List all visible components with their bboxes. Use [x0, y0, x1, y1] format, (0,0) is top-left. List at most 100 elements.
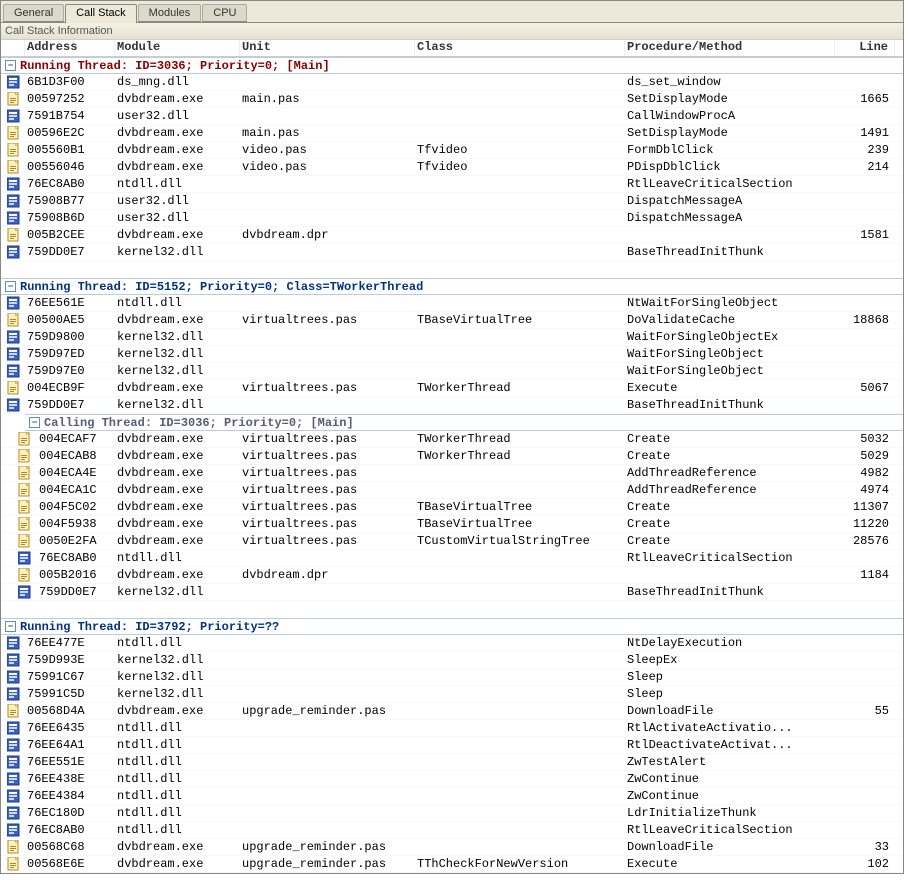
- stack-row[interactable]: 005560B1dvbdream.exevideo.pasTfvideoForm…: [1, 142, 903, 159]
- header-procedure[interactable]: Procedure/Method: [625, 40, 835, 56]
- cell-unit: main.pas: [240, 92, 415, 106]
- tab-general[interactable]: General: [3, 4, 64, 22]
- row-type-icon: [1, 568, 37, 582]
- header-module[interactable]: Module: [115, 40, 240, 56]
- thread-group-header[interactable]: −Running Thread: ID=5152; Priority=0; Cl…: [1, 278, 903, 295]
- cell-procedure: FormDblClick: [625, 143, 835, 157]
- cell-module: kernel32.dll: [115, 245, 240, 259]
- cell-line: 1665: [835, 92, 895, 106]
- stack-row[interactable]: 75908B77user32.dllDispatchMessageA: [1, 193, 903, 210]
- stack-row[interactable]: 005B2CEEdvbdream.exedvbdream.dpr1581: [1, 227, 903, 244]
- cell-line: 239: [835, 143, 895, 157]
- nested-thread-header[interactable]: −Calling Thread: ID=3036; Priority=0; [M…: [25, 414, 903, 431]
- thread-group-header[interactable]: −Running Thread: ID=3792; Priority=??: [1, 618, 903, 635]
- stack-row[interactable]: 004ECAF7dvbdream.exevirtualtrees.pasTWor…: [1, 431, 903, 448]
- header-class[interactable]: Class: [415, 40, 625, 56]
- cell-address: 76EE551E: [25, 755, 115, 769]
- cell-address: 759D97E0: [25, 364, 115, 378]
- row-type-icon: [1, 211, 25, 225]
- stack-row[interactable]: 00556046dvbdream.exevideo.pasTfvideoPDis…: [1, 159, 903, 176]
- cell-address: 005560B1: [25, 143, 115, 157]
- stack-row[interactable]: 004F5938dvbdream.exevirtualtrees.pasTBas…: [1, 516, 903, 533]
- stack-row[interactable]: 76EC8AB0ntdll.dllRtlLeaveCriticalSection: [1, 550, 903, 567]
- stack-row[interactable]: 759D97E0kernel32.dllWaitForSingleObject: [1, 363, 903, 380]
- stack-row[interactable]: 00596E2Cdvbdream.exemain.pasSetDisplayMo…: [1, 125, 903, 142]
- cell-module: dvbdream.exe: [115, 840, 240, 854]
- cell-module: dvbdream.exe: [115, 500, 240, 514]
- cell-procedure: Execute: [625, 381, 835, 395]
- cell-unit: virtualtrees.pas: [240, 517, 415, 531]
- tab-modules[interactable]: Modules: [138, 4, 202, 22]
- stack-row[interactable]: 004F5C02dvbdream.exevirtualtrees.pasTBas…: [1, 499, 903, 516]
- cell-class: TBaseVirtualTree: [415, 517, 625, 531]
- stack-row[interactable]: 004ECB9Fdvbdream.exevirtualtrees.pasTWor…: [1, 380, 903, 397]
- stack-row[interactable]: 76EE64A1ntdll.dllRtlDeactivateActivat...: [1, 737, 903, 754]
- thread-group-header[interactable]: −Running Thread: ID=3036; Priority=0; [M…: [1, 57, 903, 74]
- cell-procedure: ZwContinue: [625, 772, 835, 786]
- stack-row[interactable]: 0050E2FAdvbdream.exevirtualtrees.pasTCus…: [1, 533, 903, 550]
- cell-address: 00568D4A: [25, 704, 115, 718]
- cell-procedure: RtlLeaveCriticalSection: [625, 177, 835, 191]
- stack-row[interactable]: 76EE4384ntdll.dllZwContinue: [1, 788, 903, 805]
- collapse-toggle-icon[interactable]: −: [5, 281, 16, 292]
- stack-row[interactable]: 004ECA1Cdvbdream.exevirtualtrees.pasAddT…: [1, 482, 903, 499]
- cell-line: 5029: [835, 449, 895, 463]
- cell-line: 102: [835, 857, 895, 871]
- stack-row[interactable]: 76EE551Entdll.dllZwTestAlert: [1, 754, 903, 771]
- cell-module: dvbdream.exe: [115, 432, 240, 446]
- stack-row[interactable]: 759DD0E7kernel32.dllBaseThreadInitThunk: [1, 584, 903, 601]
- cell-procedure: Sleep: [625, 670, 835, 684]
- stack-row[interactable]: 004ECAB8dvbdream.exevirtualtrees.pasTWor…: [1, 448, 903, 465]
- stack-row[interactable]: 759D97EDkernel32.dllWaitForSingleObject: [1, 346, 903, 363]
- header-address[interactable]: Address: [25, 40, 115, 56]
- row-type-icon: [1, 296, 25, 310]
- header-line[interactable]: Line: [835, 40, 895, 56]
- stack-row[interactable]: 759D9800kernel32.dllWaitForSingleObjectE…: [1, 329, 903, 346]
- stack-row[interactable]: 004ECA4Edvbdream.exevirtualtrees.pasAddT…: [1, 465, 903, 482]
- header-unit[interactable]: Unit: [240, 40, 415, 56]
- stack-row[interactable]: 00568C68dvbdream.exeupgrade_reminder.pas…: [1, 839, 903, 856]
- cell-class: TWorkerThread: [415, 432, 625, 446]
- cell-procedure: RtlActivateActivatio...: [625, 721, 835, 735]
- stack-row[interactable]: 76EC8AB0ntdll.dllRtlLeaveCriticalSection: [1, 176, 903, 193]
- tab-call-stack[interactable]: Call Stack: [65, 4, 137, 23]
- stack-row[interactable]: 76EE561Entdll.dllNtWaitForSingleObject: [1, 295, 903, 312]
- collapse-toggle-icon[interactable]: −: [29, 417, 40, 428]
- group-spacer: [1, 261, 903, 278]
- stack-row[interactable]: 76EC8AB0ntdll.dllRtlLeaveCriticalSection: [1, 822, 903, 839]
- cell-address: 759DD0E7: [37, 585, 115, 599]
- cell-module: kernel32.dll: [115, 347, 240, 361]
- stack-row[interactable]: 75991C67kernel32.dllSleep: [1, 669, 903, 686]
- cell-class: TCustomVirtualStringTree: [415, 534, 625, 548]
- collapse-toggle-icon[interactable]: −: [5, 621, 16, 632]
- cell-procedure: LdrInitializeThunk: [625, 806, 835, 820]
- cell-module: kernel32.dll: [115, 398, 240, 412]
- cell-module: ntdll.dll: [115, 551, 240, 565]
- collapse-toggle-icon[interactable]: −: [5, 60, 16, 71]
- stack-row[interactable]: 75908B6Duser32.dllDispatchMessageA: [1, 210, 903, 227]
- cell-procedure: PDispDblClick: [625, 160, 835, 174]
- stack-row[interactable]: 759D993Ekernel32.dllSleepEx: [1, 652, 903, 669]
- stack-row[interactable]: 00500AE5dvbdream.exevirtualtrees.pasTBas…: [1, 312, 903, 329]
- stack-row[interactable]: 7591B754user32.dllCallWindowProcA: [1, 108, 903, 125]
- row-type-icon: [1, 75, 25, 89]
- row-type-icon: [1, 92, 25, 106]
- stack-row[interactable]: 76EE438Entdll.dllZwContinue: [1, 771, 903, 788]
- cell-procedure: AddThreadReference: [625, 466, 835, 480]
- row-type-icon: [1, 823, 25, 837]
- stack-row[interactable]: 759DD0E7kernel32.dllBaseThreadInitThunk: [1, 244, 903, 261]
- stack-row[interactable]: 75991C5Dkernel32.dllSleep: [1, 686, 903, 703]
- call-stack-table: Address Module Unit Class Procedure/Meth…: [1, 40, 903, 873]
- stack-row[interactable]: 76EC180Dntdll.dllLdrInitializeThunk: [1, 805, 903, 822]
- stack-row[interactable]: 00568E6Edvbdream.exeupgrade_reminder.pas…: [1, 856, 903, 873]
- stack-row[interactable]: 6B1D3F00ds_mng.dllds_set_window: [1, 74, 903, 91]
- tab-cpu[interactable]: CPU: [202, 4, 247, 22]
- stack-row[interactable]: 76EE477Entdll.dllNtDelayExecution: [1, 635, 903, 652]
- stack-row[interactable]: 00568D4Advbdream.exeupgrade_reminder.pas…: [1, 703, 903, 720]
- stack-row[interactable]: 00597252dvbdream.exemain.pasSetDisplayMo…: [1, 91, 903, 108]
- stack-row[interactable]: 759DD0E7kernel32.dllBaseThreadInitThunk: [1, 397, 903, 414]
- cell-address: 75991C67: [25, 670, 115, 684]
- stack-row[interactable]: 76EE6435ntdll.dllRtlActivateActivatio...: [1, 720, 903, 737]
- row-type-icon: [1, 194, 25, 208]
- stack-row[interactable]: 005B2016dvbdream.exedvbdream.dpr1184: [1, 567, 903, 584]
